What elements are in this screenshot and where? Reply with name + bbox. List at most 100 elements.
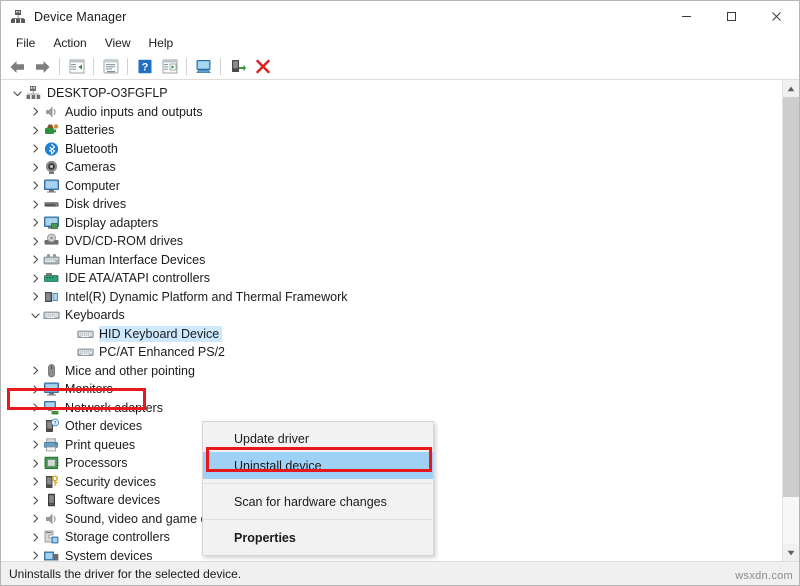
context-menu-item-properties[interactable]: Properties xyxy=(203,524,433,551)
tree-row-intel-r-dynamic-platform-and-thermal-framework[interactable]: Intel(R) Dynamic Platform and Thermal Fr… xyxy=(1,288,782,307)
chevron-right-icon[interactable] xyxy=(27,511,43,527)
tree-row-pc-at-enhanced-ps-2[interactable]: PC/AT Enhanced PS/2 xyxy=(1,343,782,362)
chevron-right-icon[interactable] xyxy=(27,196,43,212)
context-menu-item-scan-for-hardware-changes[interactable]: Scan for hardware changes xyxy=(203,488,433,515)
chevron-right-icon[interactable] xyxy=(27,289,43,305)
menu-action[interactable]: Action xyxy=(44,34,95,52)
tree-row-label: Computer xyxy=(65,178,123,194)
tree-row-computer[interactable]: Computer xyxy=(1,177,782,196)
chip-icon xyxy=(43,289,60,305)
toolbar-separator xyxy=(93,58,94,75)
tree-row-disk-drives[interactable]: Disk drives xyxy=(1,195,782,214)
scan-hardware-changes-icon[interactable] xyxy=(191,55,216,79)
chevron-down-icon[interactable] xyxy=(9,85,25,101)
show-hide-console-tree-icon[interactable] xyxy=(64,55,89,79)
tree-row-label: Other devices xyxy=(65,418,145,434)
chevron-right-icon[interactable] xyxy=(27,215,43,231)
context-menu-item-update-driver[interactable]: Update driver xyxy=(203,425,433,452)
chevron-right-icon[interactable] xyxy=(27,548,43,561)
uninstall-device-icon[interactable] xyxy=(250,55,275,79)
chevron-down-icon[interactable] xyxy=(27,307,43,323)
tree-row-label: Security devices xyxy=(65,474,159,490)
tree-row-label: Human Interface Devices xyxy=(65,252,208,268)
speaker-icon xyxy=(43,104,60,120)
forward-icon[interactable] xyxy=(30,55,55,79)
chevron-right-icon[interactable] xyxy=(27,437,43,453)
tree-row-dvd-cd-rom-drives[interactable]: DVD/CD-ROM drives xyxy=(1,232,782,251)
optical-drive-icon xyxy=(43,233,60,249)
tree-row-label: Network adapters xyxy=(65,400,166,416)
chevron-right-icon[interactable] xyxy=(27,159,43,175)
tree-row-audio-inputs-and-outputs[interactable]: Audio inputs and outputs xyxy=(1,103,782,122)
chevron-right-icon[interactable] xyxy=(27,141,43,157)
menu-view[interactable]: View xyxy=(96,34,140,52)
camera-icon xyxy=(43,159,60,175)
chevron-right-icon[interactable] xyxy=(27,455,43,471)
tree-row-display-adapters[interactable]: Display adapters xyxy=(1,214,782,233)
chevron-right-icon[interactable] xyxy=(27,270,43,286)
scrollbar-thumb[interactable] xyxy=(783,97,799,497)
properties-icon[interactable] xyxy=(98,55,123,79)
context-menu-separator xyxy=(204,483,432,484)
chevron-right-icon[interactable] xyxy=(27,104,43,120)
tree-row-label: Disk drives xyxy=(65,196,129,212)
tree-row-ide-ata-atapi-controllers[interactable]: IDE ATA/ATAPI controllers xyxy=(1,269,782,288)
tree-row-label: Mice and other pointing xyxy=(65,363,198,379)
chevron-right-icon[interactable] xyxy=(27,252,43,268)
network-adapter-icon xyxy=(43,400,60,416)
tree-row-label: IDE ATA/ATAPI controllers xyxy=(65,270,213,286)
tree-row-root[interactable]: DESKTOP-O3FGFLP xyxy=(1,84,782,103)
disk-drive-icon xyxy=(43,196,60,212)
chevron-right-icon[interactable] xyxy=(27,400,43,416)
chevron-right-icon[interactable] xyxy=(27,363,43,379)
tree-row-label: Monitors xyxy=(65,381,116,397)
tree-row-cameras[interactable]: Cameras xyxy=(1,158,782,177)
tree-row-monitors[interactable]: Monitors xyxy=(1,380,782,399)
tree-row-label: Storage controllers xyxy=(65,529,173,545)
system-device-icon xyxy=(43,548,60,561)
chevron-right-icon[interactable] xyxy=(27,178,43,194)
printer-icon xyxy=(43,437,60,453)
update-driver-icon[interactable] xyxy=(157,55,182,79)
tree-row-network-adapters[interactable]: Network adapters xyxy=(1,399,782,418)
back-icon[interactable] xyxy=(5,55,30,79)
scroll-up-arrow[interactable] xyxy=(783,80,799,97)
scrollbar-track[interactable] xyxy=(783,97,799,544)
maximize-button[interactable] xyxy=(709,1,754,32)
chevron-right-icon[interactable] xyxy=(27,492,43,508)
unknown-device-icon: ? xyxy=(43,418,60,434)
vertical-scrollbar[interactable] xyxy=(782,80,799,561)
tree-row-label: Software devices xyxy=(65,492,163,508)
tree-row-label: Bluetooth xyxy=(65,141,121,157)
chevron-right-icon[interactable] xyxy=(27,529,43,545)
tree-row-bluetooth[interactable]: Bluetooth xyxy=(1,140,782,159)
toolbar-separator xyxy=(59,58,60,75)
toolbar-separator xyxy=(220,58,221,75)
chevron-right-icon[interactable] xyxy=(27,474,43,490)
tree-row-human-interface-devices[interactable]: Human Interface Devices xyxy=(1,251,782,270)
content-area: DESKTOP-O3FGFLPAudio inputs and outputsB… xyxy=(1,80,799,561)
scroll-down-arrow[interactable] xyxy=(783,544,799,561)
computer-root-icon xyxy=(25,85,42,101)
menu-file[interactable]: File xyxy=(7,34,44,52)
tree-row-keyboards[interactable]: Keyboards xyxy=(1,306,782,325)
close-button[interactable] xyxy=(754,1,799,32)
help-icon[interactable]: ? xyxy=(132,55,157,79)
enable-device-icon[interactable] xyxy=(225,55,250,79)
tree-row-mice-and-other-pointing[interactable]: Mice and other pointing xyxy=(1,362,782,381)
chevron-right-icon[interactable] xyxy=(27,418,43,434)
speaker-icon xyxy=(43,511,60,527)
watermark: wsxdn.com xyxy=(735,570,793,582)
minimize-button[interactable] xyxy=(664,1,709,32)
software-device-icon xyxy=(43,492,60,508)
tree-row-batteries[interactable]: Batteries xyxy=(1,121,782,140)
bluetooth-icon xyxy=(43,141,60,157)
menu-help[interactable]: Help xyxy=(140,34,183,52)
tree-row-hid-keyboard-device[interactable]: HID Keyboard Device xyxy=(1,325,782,344)
chevron-right-icon[interactable] xyxy=(27,233,43,249)
chevron-right-icon[interactable] xyxy=(27,122,43,138)
tree-row-label: Display adapters xyxy=(65,215,161,231)
chevron-right-icon[interactable] xyxy=(27,381,43,397)
storage-controller-icon xyxy=(43,529,60,545)
context-menu-item-uninstall-device[interactable]: Uninstall device xyxy=(203,452,433,479)
